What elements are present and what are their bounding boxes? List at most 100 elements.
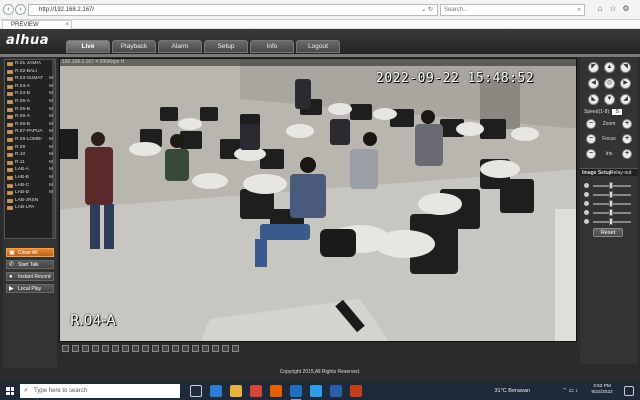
home-icon[interactable]: ⌂ [594,3,606,15]
back-icon[interactable]: ‹ [3,4,14,15]
fullscreen-icon[interactable] [182,345,189,352]
close-icon[interactable]: × [65,21,69,29]
sharpness-slider-knob[interactable] [609,218,614,225]
channel-stream-marker[interactable]: M [49,189,53,197]
channel-item[interactable]: LAB-D M [5,189,55,197]
firefox-icon[interactable] [270,385,282,397]
channel-item[interactable]: R.07-PAPUA M [5,128,55,136]
file-explorer-icon[interactable] [230,385,242,397]
tab-playback[interactable]: Playback [112,40,156,53]
ptz-right-icon[interactable]: ▶ [620,78,631,89]
layout-custom-8-icon[interactable] [172,345,179,352]
stream-icon[interactable] [232,345,239,352]
focus-minus-icon[interactable]: − [586,134,596,144]
tab-alarm[interactable]: Alarm [158,40,202,53]
layout-custom-5-icon[interactable] [142,345,149,352]
favorites-icon[interactable]: ☆ [607,3,619,15]
ptz-left-icon[interactable]: ◀ [588,78,599,89]
channel-item[interactable]: R.08-LOMBI M [5,136,55,144]
internet-explorer-icon[interactable] [290,385,302,400]
layout-16-icon[interactable] [92,345,99,352]
gear-icon[interactable]: ⚙ [620,3,632,15]
reset-button[interactable]: Reset [593,228,623,237]
layout-custom-3-icon[interactable] [122,345,129,352]
channel-stream-marker[interactable]: M [49,106,53,114]
taskbar-search-input[interactable]: ⌕ Type here to search [20,384,180,398]
layout-9-icon[interactable] [82,345,89,352]
channel-item[interactable]: LAB-JRSN [5,197,55,205]
audio-icon[interactable] [212,345,219,352]
layout-1-icon[interactable] [62,345,69,352]
layout-custom-4-icon[interactable] [132,345,139,352]
channel-item[interactable]: R.10 M [5,151,55,159]
ptz-up-right-icon[interactable]: ◥ [620,62,631,73]
iris-plus-icon[interactable]: + [622,149,632,159]
hue-slider-knob[interactable] [609,209,614,216]
saturation-slider-knob[interactable] [609,200,614,207]
system-tray-icons[interactable]: ⌃ ▭ ♪ [562,384,578,398]
channel-item[interactable]: R.06-B M [5,121,55,129]
start-talk-button[interactable]: ✆ Start Talk [6,260,54,269]
channel-item[interactable]: LAB-LPA [5,204,55,212]
channel-item[interactable]: LAB-A M [5,166,55,174]
edge-icon[interactable] [210,385,222,397]
zoom-out-icon[interactable]: − [586,119,596,129]
chrome-icon[interactable] [250,385,262,397]
channel-item[interactable]: R.05-B M [5,106,55,114]
channel-stream-marker[interactable]: M [49,136,53,144]
video-view[interactable]: 192.168.2.167 4 996Kbps H 2022-09-22 15:… [59,58,577,342]
contrast-slider-knob[interactable] [609,191,614,198]
zoom-app-icon[interactable] [310,385,322,397]
channel-stream-marker[interactable]: M [49,128,53,136]
ptz-center-icon[interactable]: ◎ [604,78,615,89]
channel-stream-marker[interactable]: M [49,144,53,152]
tab-info[interactable]: Info [250,40,294,53]
notification-icon[interactable] [624,386,634,396]
instant-record-button[interactable]: ● Instant Record [6,272,54,281]
channel-stream-marker[interactable]: M [49,83,53,91]
ptz-up-left-icon[interactable]: ◤ [588,62,599,73]
weather-widget[interactable]: 31°C Berawan [494,384,530,398]
channel-stream-marker[interactable]: M [49,166,53,174]
browser-tab[interactable]: PREVIEW × [2,20,72,29]
zoom-in-icon[interactable]: + [622,119,632,129]
tab-setup[interactable]: Setup [204,40,248,53]
relay-out-tab[interactable]: Relay-out [610,169,631,177]
channel-stream-marker[interactable]: M [49,75,53,83]
ptz-up-icon[interactable]: ▲ [604,62,615,73]
channel-item[interactable]: R.11 M [5,159,55,167]
channel-item[interactable]: R.01-JAMIA [5,60,55,68]
ptz-down-left-icon[interactable]: ◣ [588,94,599,105]
channel-item[interactable]: R.04-B M [5,90,55,98]
layout-custom-icon[interactable] [102,345,109,352]
search-icon[interactable]: ⌕ [578,5,581,15]
brightness-slider-knob[interactable] [609,182,614,189]
refresh-icon[interactable]: ⌄ ↻ [421,5,433,15]
layout-custom-7-icon[interactable] [162,345,169,352]
snapshot-icon[interactable] [192,345,199,352]
channel-stream-marker[interactable]: M [49,182,53,190]
tab-logout[interactable]: Logout [296,40,340,53]
channel-stream-marker[interactable]: M [49,90,53,98]
channel-item[interactable]: R.04-A M [5,83,55,91]
clock[interactable]: 3:52 PM 9/22/2022 [586,384,618,396]
windows-start-icon[interactable] [6,387,14,395]
browser-search-input[interactable]: Search... ⌕ [440,4,585,16]
channel-stream-marker[interactable]: M [49,113,53,121]
channel-item[interactable]: R.03-SUMAT M [5,75,55,83]
channel-stream-marker[interactable]: M [49,174,53,182]
ptz-down-icon[interactable]: ▼ [604,94,615,105]
channel-item[interactable]: R.09 M [5,144,55,152]
speed-select[interactable]: 5 [612,109,623,115]
local-play-button[interactable]: ▶ Local Play [6,284,54,293]
focus-plus-icon[interactable]: + [622,134,632,144]
forward-icon[interactable]: › [15,4,26,15]
powerpoint-icon[interactable] [350,385,362,397]
zoom-digital-icon[interactable] [222,345,229,352]
tab-live[interactable]: Live [66,40,110,53]
channel-item[interactable]: LAB-C M [5,182,55,190]
layout-4-icon[interactable] [72,345,79,352]
record-toggle-icon[interactable] [202,345,209,352]
channel-item[interactable]: R.06-A M [5,113,55,121]
channel-item[interactable]: R.05-A M [5,98,55,106]
